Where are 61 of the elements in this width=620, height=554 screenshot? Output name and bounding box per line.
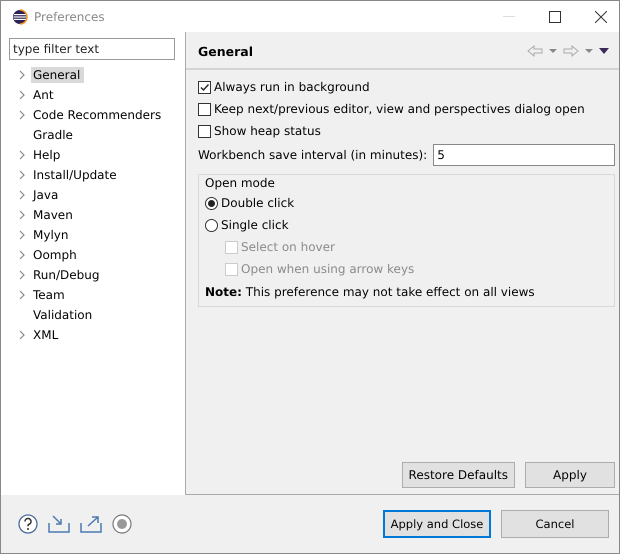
chevron-icon[interactable] xyxy=(19,170,25,180)
tree-item[interactable]: Ant xyxy=(31,87,58,103)
chevron-icon[interactable] xyxy=(19,290,25,300)
dialog-button[interactable]: Apply and Close xyxy=(383,510,491,538)
export-icon[interactable] xyxy=(80,515,102,533)
dropdown-icon[interactable] xyxy=(549,49,557,53)
chevron-icon[interactable] xyxy=(19,270,25,280)
chevron-icon[interactable] xyxy=(19,210,25,220)
chevron-icon[interactable] xyxy=(19,190,25,200)
dropdown-icon[interactable] xyxy=(585,49,593,53)
tree-item[interactable]: Run/Debug xyxy=(31,267,104,283)
tree-item[interactable]: Help xyxy=(31,147,64,163)
tree-item[interactable]: XML xyxy=(31,327,62,343)
chevron-icon[interactable] xyxy=(19,330,25,340)
checkbox-label: Always run in background xyxy=(214,80,370,94)
chevron-icon[interactable] xyxy=(19,250,25,260)
field-label: Workbench save interval (in minutes): xyxy=(198,148,428,162)
checkbox[interactable] xyxy=(198,102,211,116)
back-arrow-icon[interactable] xyxy=(527,45,543,57)
menu-icon[interactable] xyxy=(599,48,609,54)
page-title: General xyxy=(198,44,253,58)
checkbox-label: Keep next/previous editor, view and perspectives dialog open xyxy=(214,102,585,116)
radio-label: Double click xyxy=(221,196,294,210)
chevron-icon[interactable] xyxy=(19,70,25,80)
filter-field[interactable]: type filter text xyxy=(9,38,175,60)
maximize-icon[interactable] xyxy=(549,10,561,22)
checkbox[interactable] xyxy=(198,80,211,94)
forward-arrow-icon[interactable] xyxy=(563,45,579,57)
close-icon[interactable] xyxy=(595,10,607,22)
dialog-button[interactable]: Apply xyxy=(525,462,615,488)
tree-item[interactable]: General xyxy=(31,67,84,83)
checkbox-label: Open when using arrow keys xyxy=(241,262,414,276)
tree-item[interactable]: Maven xyxy=(31,207,77,223)
radio-button[interactable] xyxy=(205,196,218,210)
checkbox[interactable] xyxy=(198,124,211,138)
dialog-button[interactable]: Cancel xyxy=(501,510,609,538)
tree-item[interactable]: Team xyxy=(31,287,69,303)
app-icon xyxy=(12,8,28,24)
group-title: Open mode xyxy=(205,175,276,192)
checkbox-label: Select on hover xyxy=(241,240,335,254)
help-icon[interactable] xyxy=(18,514,38,534)
record-icon[interactable] xyxy=(112,514,132,534)
chevron-icon[interactable] xyxy=(19,230,25,240)
checkbox-label: Show heap status xyxy=(214,124,321,138)
tree-item[interactable]: Gradle xyxy=(31,127,77,143)
chevron-icon[interactable] xyxy=(19,90,25,100)
tree-item[interactable]: Validation xyxy=(31,307,96,323)
chevron-icon[interactable] xyxy=(19,150,25,160)
window-title: Preferences xyxy=(34,10,105,24)
note-text: Note: This preference may not take effect on all views xyxy=(205,284,536,301)
tree-item[interactable]: Mylyn xyxy=(31,227,72,243)
tree-item[interactable]: Java xyxy=(31,187,62,203)
tree-item[interactable]: Oomph xyxy=(31,247,81,263)
chevron-icon[interactable] xyxy=(19,110,25,120)
dialog-button[interactable]: Restore Defaults xyxy=(402,462,515,488)
radio-button[interactable] xyxy=(205,218,218,232)
tree-item[interactable]: Install/Update xyxy=(31,167,121,183)
tree-item[interactable]: Code Recommenders xyxy=(31,107,166,123)
interval-field[interactable]: 5 xyxy=(433,144,615,166)
radio-label: Single click xyxy=(221,218,289,232)
import-icon[interactable] xyxy=(48,515,70,533)
